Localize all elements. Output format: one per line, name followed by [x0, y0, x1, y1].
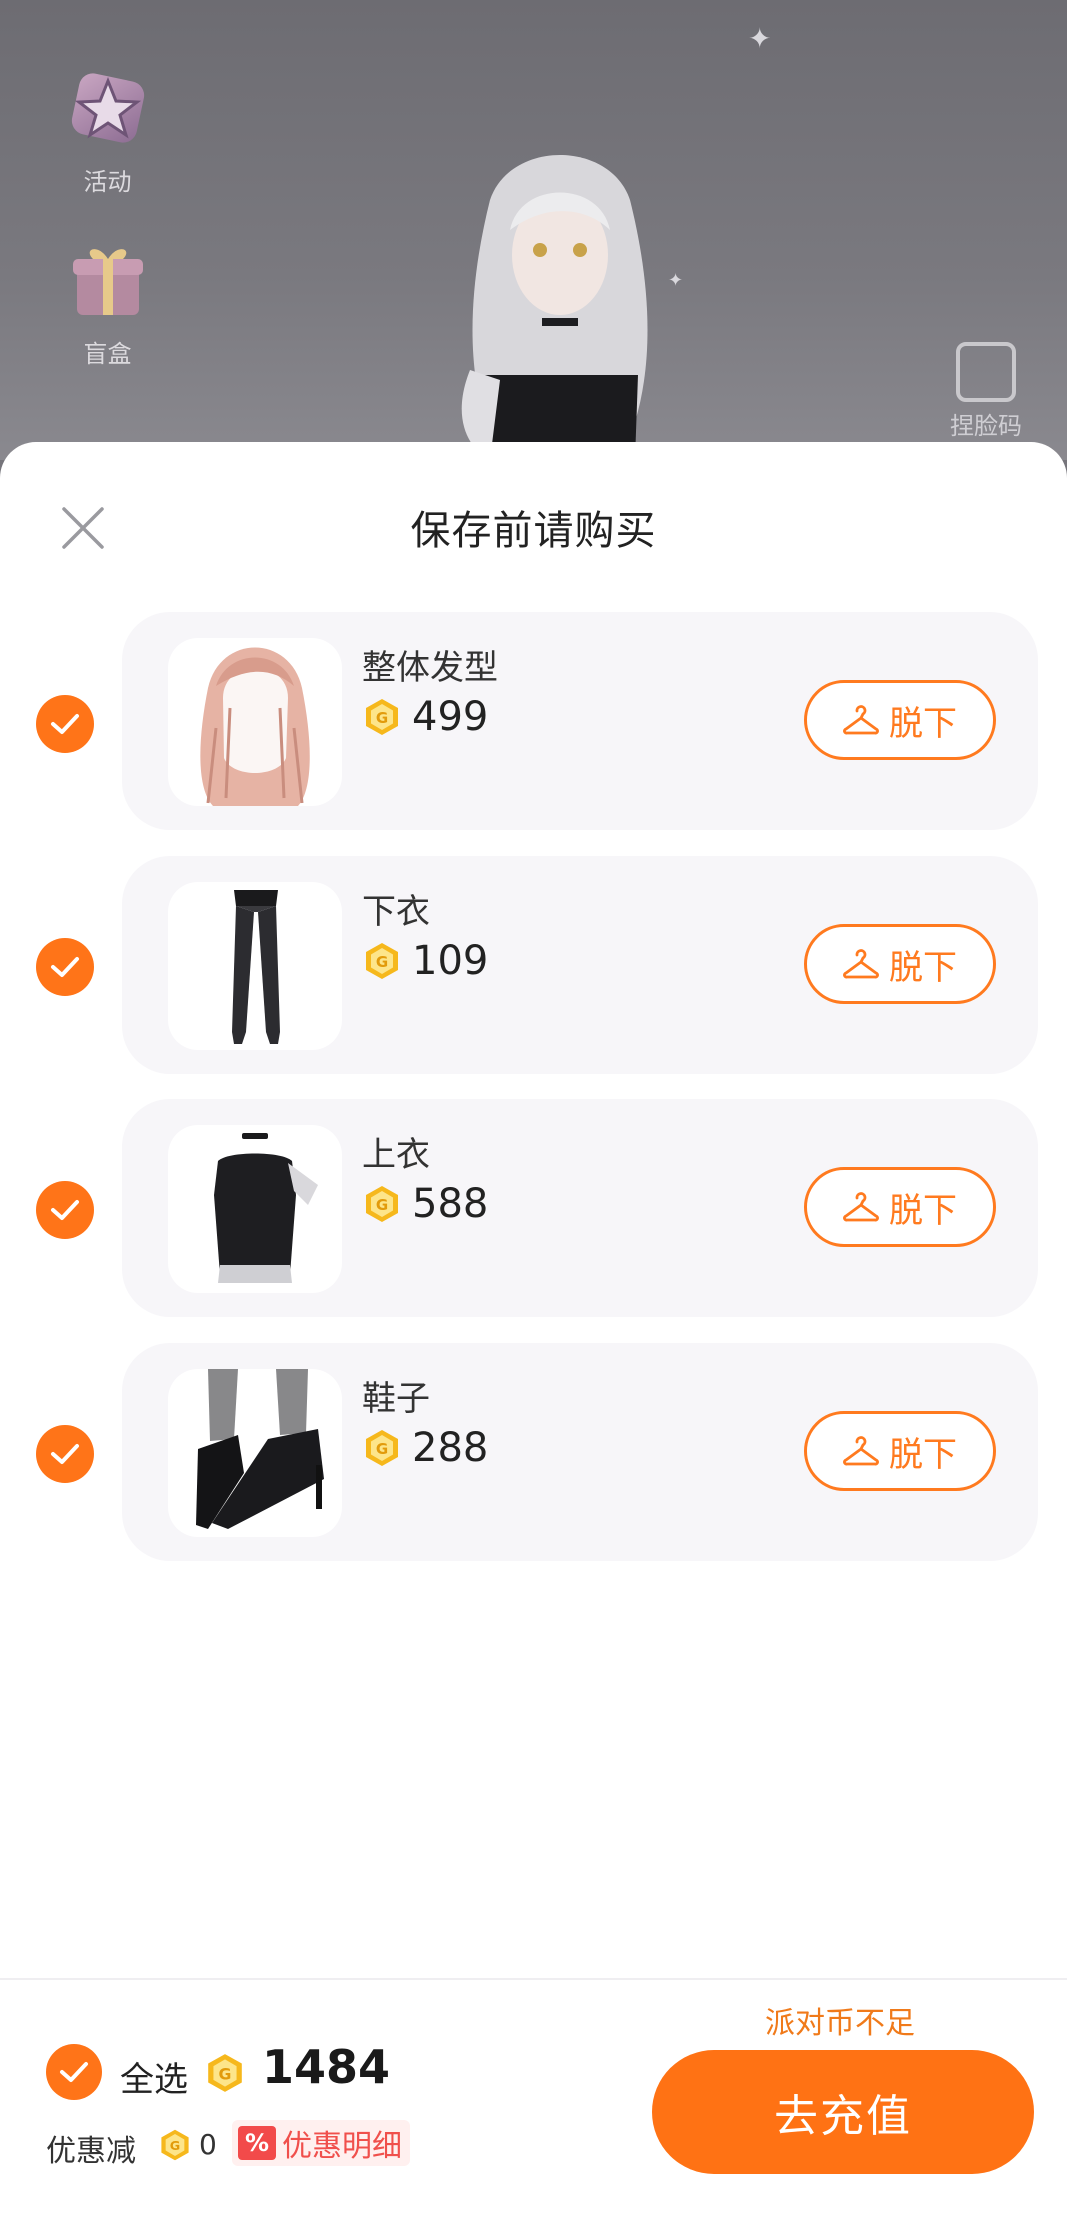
heels-thumbnail: [168, 1369, 342, 1537]
face-code-icon: [956, 342, 1016, 402]
recharge-button[interactable]: 去充值: [652, 2050, 1034, 2174]
coin-icon: G: [366, 943, 398, 979]
percent-badge: %: [238, 2126, 276, 2160]
hanger-icon: [843, 705, 879, 735]
list-item: 鞋子 G 288 脱下: [122, 1343, 1038, 1561]
check-icon: [60, 2062, 88, 2082]
tights-thumbnail: [168, 882, 342, 1050]
svg-text:G: G: [376, 1440, 388, 1458]
total-price: 1484: [262, 2040, 391, 2094]
gift-box-icon: [60, 232, 156, 328]
item-price: G 109: [362, 938, 488, 984]
take-off-button[interactable]: 脱下: [804, 1167, 996, 1247]
price-value: 288: [412, 1425, 489, 1471]
coin-icon: G: [208, 2054, 242, 2092]
item-checkbox[interactable]: [36, 695, 94, 753]
discount-value: 0: [199, 2128, 217, 2161]
coin-icon: G: [366, 699, 398, 735]
item-name: 下衣: [362, 892, 430, 932]
star-badge-icon: [60, 60, 156, 156]
take-off-label: 脱下: [889, 1434, 957, 1475]
item-checkbox[interactable]: [36, 1181, 94, 1239]
take-off-button[interactable]: 脱下: [804, 924, 996, 1004]
coin-icon: G: [366, 1186, 398, 1222]
check-icon: [51, 957, 79, 977]
list-item: 下衣 G 109 脱下: [122, 856, 1038, 1074]
item-name: 整体发型: [362, 648, 498, 688]
item-checkbox[interactable]: [36, 1425, 94, 1483]
insufficient-balance-text: 派对币不足: [765, 2006, 915, 2041]
hairstyle-thumbnail: [168, 638, 342, 806]
coin-icon: G: [366, 1430, 398, 1466]
item-price: G 588: [362, 1181, 488, 1227]
svg-text:G: G: [376, 709, 388, 727]
hanger-icon: [843, 1192, 879, 1222]
take-off-label: 脱下: [889, 703, 957, 744]
take-off-label: 脱下: [889, 947, 957, 988]
svg-text:G: G: [376, 1196, 388, 1214]
hanger-icon: [843, 1436, 879, 1466]
price-value: 499: [412, 694, 489, 740]
check-icon: [51, 714, 79, 734]
avatar-character: [461, 155, 648, 460]
coin-icon: G: [161, 2129, 189, 2161]
sheet-title: 保存前请购买: [410, 508, 657, 554]
discount-label: 优惠减: [46, 2134, 136, 2169]
avatar-scene: ✦ ✦ 活动 盲盒 捏脸码: [0, 0, 1067, 460]
side-item-label: 活动: [83, 168, 132, 196]
list-item: 上衣 G 588 脱下: [122, 1099, 1038, 1317]
item-price: G 499: [362, 694, 488, 740]
sparkle-icon: ✦: [748, 22, 772, 55]
price-value: 109: [412, 938, 489, 984]
face-code-button[interactable]: 捏脸码: [931, 342, 1041, 441]
item-price: G 288: [362, 1425, 488, 1471]
check-icon: [51, 1444, 79, 1464]
price-value: 588: [412, 1181, 489, 1227]
item-name: 上衣: [362, 1135, 430, 1175]
svg-text:G: G: [219, 2064, 232, 2083]
svg-text:G: G: [376, 953, 388, 971]
dress-thumbnail: [168, 1125, 342, 1293]
take-off-button[interactable]: 脱下: [804, 1411, 996, 1491]
take-off-label: 脱下: [889, 1190, 957, 1231]
select-all-checkbox[interactable]: [46, 2044, 102, 2100]
take-off-button[interactable]: 脱下: [804, 680, 996, 760]
list-item: 整体发型 G 499 脱下: [122, 612, 1038, 830]
discount-detail-label: 优惠明细: [282, 2129, 402, 2164]
select-all-label[interactable]: 全选: [120, 2052, 188, 2101]
face-code-label: 捏脸码: [950, 412, 1022, 440]
check-icon: [51, 1200, 79, 1220]
side-item-label: 盲盒: [83, 340, 132, 368]
discount-detail-button[interactable]: % 优惠明细: [232, 2120, 410, 2166]
item-checkbox[interactable]: [36, 938, 94, 996]
footer-divider: [0, 1978, 1067, 1980]
hanger-icon: [843, 949, 879, 979]
blind-box-entry[interactable]: 盲盒: [50, 232, 165, 369]
activity-entry[interactable]: 活动: [50, 60, 165, 197]
svg-text:G: G: [170, 2139, 180, 2154]
item-name: 鞋子: [362, 1379, 430, 1419]
